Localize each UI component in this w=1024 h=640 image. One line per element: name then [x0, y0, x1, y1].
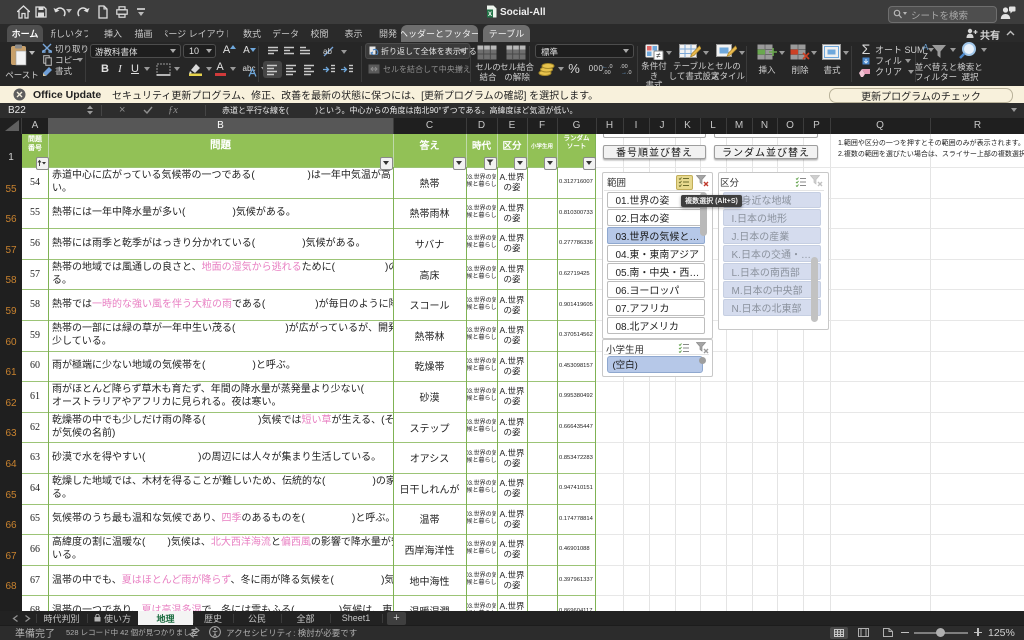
- svg-text:ab: ab: [323, 47, 332, 56]
- svg-text:A: A: [923, 43, 929, 52]
- svg-text:≠: ≠: [656, 51, 661, 60]
- svg-text:Z: Z: [923, 52, 928, 61]
- svg-text:X: X: [488, 12, 492, 18]
- svg-text:.0: .0: [627, 70, 632, 75]
- svg-text:.00: .00: [603, 70, 611, 75]
